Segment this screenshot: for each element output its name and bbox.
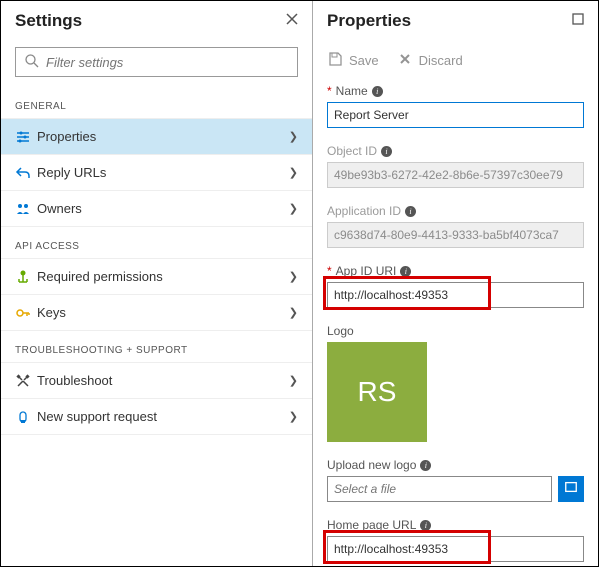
nav-troubleshoot[interactable]: Troubleshoot ❯	[1, 362, 312, 398]
chevron-right-icon: ❯	[289, 166, 298, 179]
discard-icon	[397, 51, 413, 70]
folder-icon	[564, 480, 578, 499]
nav-keys-label: Keys	[37, 305, 289, 320]
filter-settings-text[interactable]	[46, 55, 289, 70]
browse-button[interactable]	[558, 476, 584, 502]
nav-required-permissions-label: Required permissions	[37, 269, 289, 284]
nav-required-permissions[interactable]: Required permissions ❯	[1, 258, 312, 294]
properties-header: Properties	[313, 1, 598, 43]
nav-new-support-label: New support request	[37, 409, 289, 424]
field-object-id: Object ID i	[327, 144, 584, 188]
logo-preview: RS	[327, 342, 427, 442]
upload-logo-input[interactable]	[327, 476, 552, 502]
permissions-icon	[15, 269, 37, 285]
home-page-input[interactable]	[327, 536, 584, 562]
close-icon[interactable]	[284, 11, 300, 31]
troubleshoot-icon	[15, 373, 37, 389]
nav-reply-urls-label: Reply URLs	[37, 165, 289, 180]
support-icon	[15, 409, 37, 425]
nav-keys[interactable]: Keys ❯	[1, 294, 312, 330]
section-api-label: API ACCESS	[1, 227, 312, 258]
app-id-uri-input[interactable]	[327, 282, 584, 308]
sliders-icon	[15, 129, 37, 145]
name-label: Name	[336, 84, 368, 98]
logo-label: Logo	[327, 324, 354, 338]
info-icon[interactable]: i	[400, 266, 411, 277]
required-indicator: *	[327, 84, 332, 98]
upload-logo-label: Upload new logo	[327, 458, 416, 472]
maximize-icon[interactable]	[570, 11, 586, 31]
save-label: Save	[349, 53, 379, 68]
name-input[interactable]	[327, 102, 584, 128]
info-icon[interactable]: i	[420, 460, 431, 471]
section-support-label: TROUBLESHOOTING + SUPPORT	[1, 331, 312, 362]
app-id-uri-label: App ID URI	[336, 264, 397, 278]
properties-title: Properties	[327, 11, 411, 31]
field-home-page: Home page URL i	[327, 518, 584, 562]
field-upload-logo: Upload new logo i	[327, 458, 584, 502]
settings-header: Settings	[1, 1, 312, 43]
nav-new-support-request[interactable]: New support request ❯	[1, 398, 312, 434]
filter-settings-input[interactable]	[15, 47, 298, 77]
info-icon[interactable]: i	[405, 206, 416, 217]
section-general-label: GENERAL	[1, 87, 312, 118]
chevron-right-icon: ❯	[289, 374, 298, 387]
info-icon[interactable]: i	[420, 520, 431, 531]
chevron-right-icon: ❯	[289, 306, 298, 319]
field-app-id-uri: * App ID URI i	[327, 264, 584, 308]
application-id-input	[327, 222, 584, 248]
nav-owners[interactable]: Owners ❯	[1, 190, 312, 226]
object-id-label: Object ID	[327, 144, 377, 158]
settings-title: Settings	[15, 11, 82, 31]
action-bar: Save Discard	[313, 43, 598, 84]
save-button[interactable]: Save	[327, 51, 379, 70]
nav-troubleshoot-label: Troubleshoot	[37, 373, 289, 388]
nav-reply-urls[interactable]: Reply URLs ❯	[1, 154, 312, 190]
chevron-right-icon: ❯	[289, 410, 298, 423]
info-icon[interactable]: i	[372, 86, 383, 97]
home-page-label: Home page URL	[327, 518, 416, 532]
settings-pane: Settings GENERAL Properties ❯	[1, 1, 313, 566]
field-application-id: Application ID i	[327, 204, 584, 248]
chevron-right-icon: ❯	[289, 270, 298, 283]
discard-button[interactable]: Discard	[397, 51, 463, 70]
field-name: * Name i	[327, 84, 584, 128]
owners-icon	[15, 201, 37, 217]
keys-icon	[15, 305, 37, 321]
discard-label: Discard	[419, 53, 463, 68]
reply-icon	[15, 165, 37, 181]
chevron-right-icon: ❯	[289, 130, 298, 143]
properties-pane: Properties Save Discard	[313, 1, 598, 566]
nav-owners-label: Owners	[37, 201, 289, 216]
field-logo: Logo RS	[327, 324, 584, 442]
object-id-input	[327, 162, 584, 188]
nav-properties[interactable]: Properties ❯	[1, 118, 312, 154]
logo-initials: RS	[358, 376, 397, 408]
application-id-label: Application ID	[327, 204, 401, 218]
chevron-right-icon: ❯	[289, 202, 298, 215]
search-icon	[24, 53, 40, 72]
nav-properties-label: Properties	[37, 129, 289, 144]
save-icon	[327, 51, 343, 70]
required-indicator: *	[327, 264, 332, 278]
info-icon[interactable]: i	[381, 146, 392, 157]
